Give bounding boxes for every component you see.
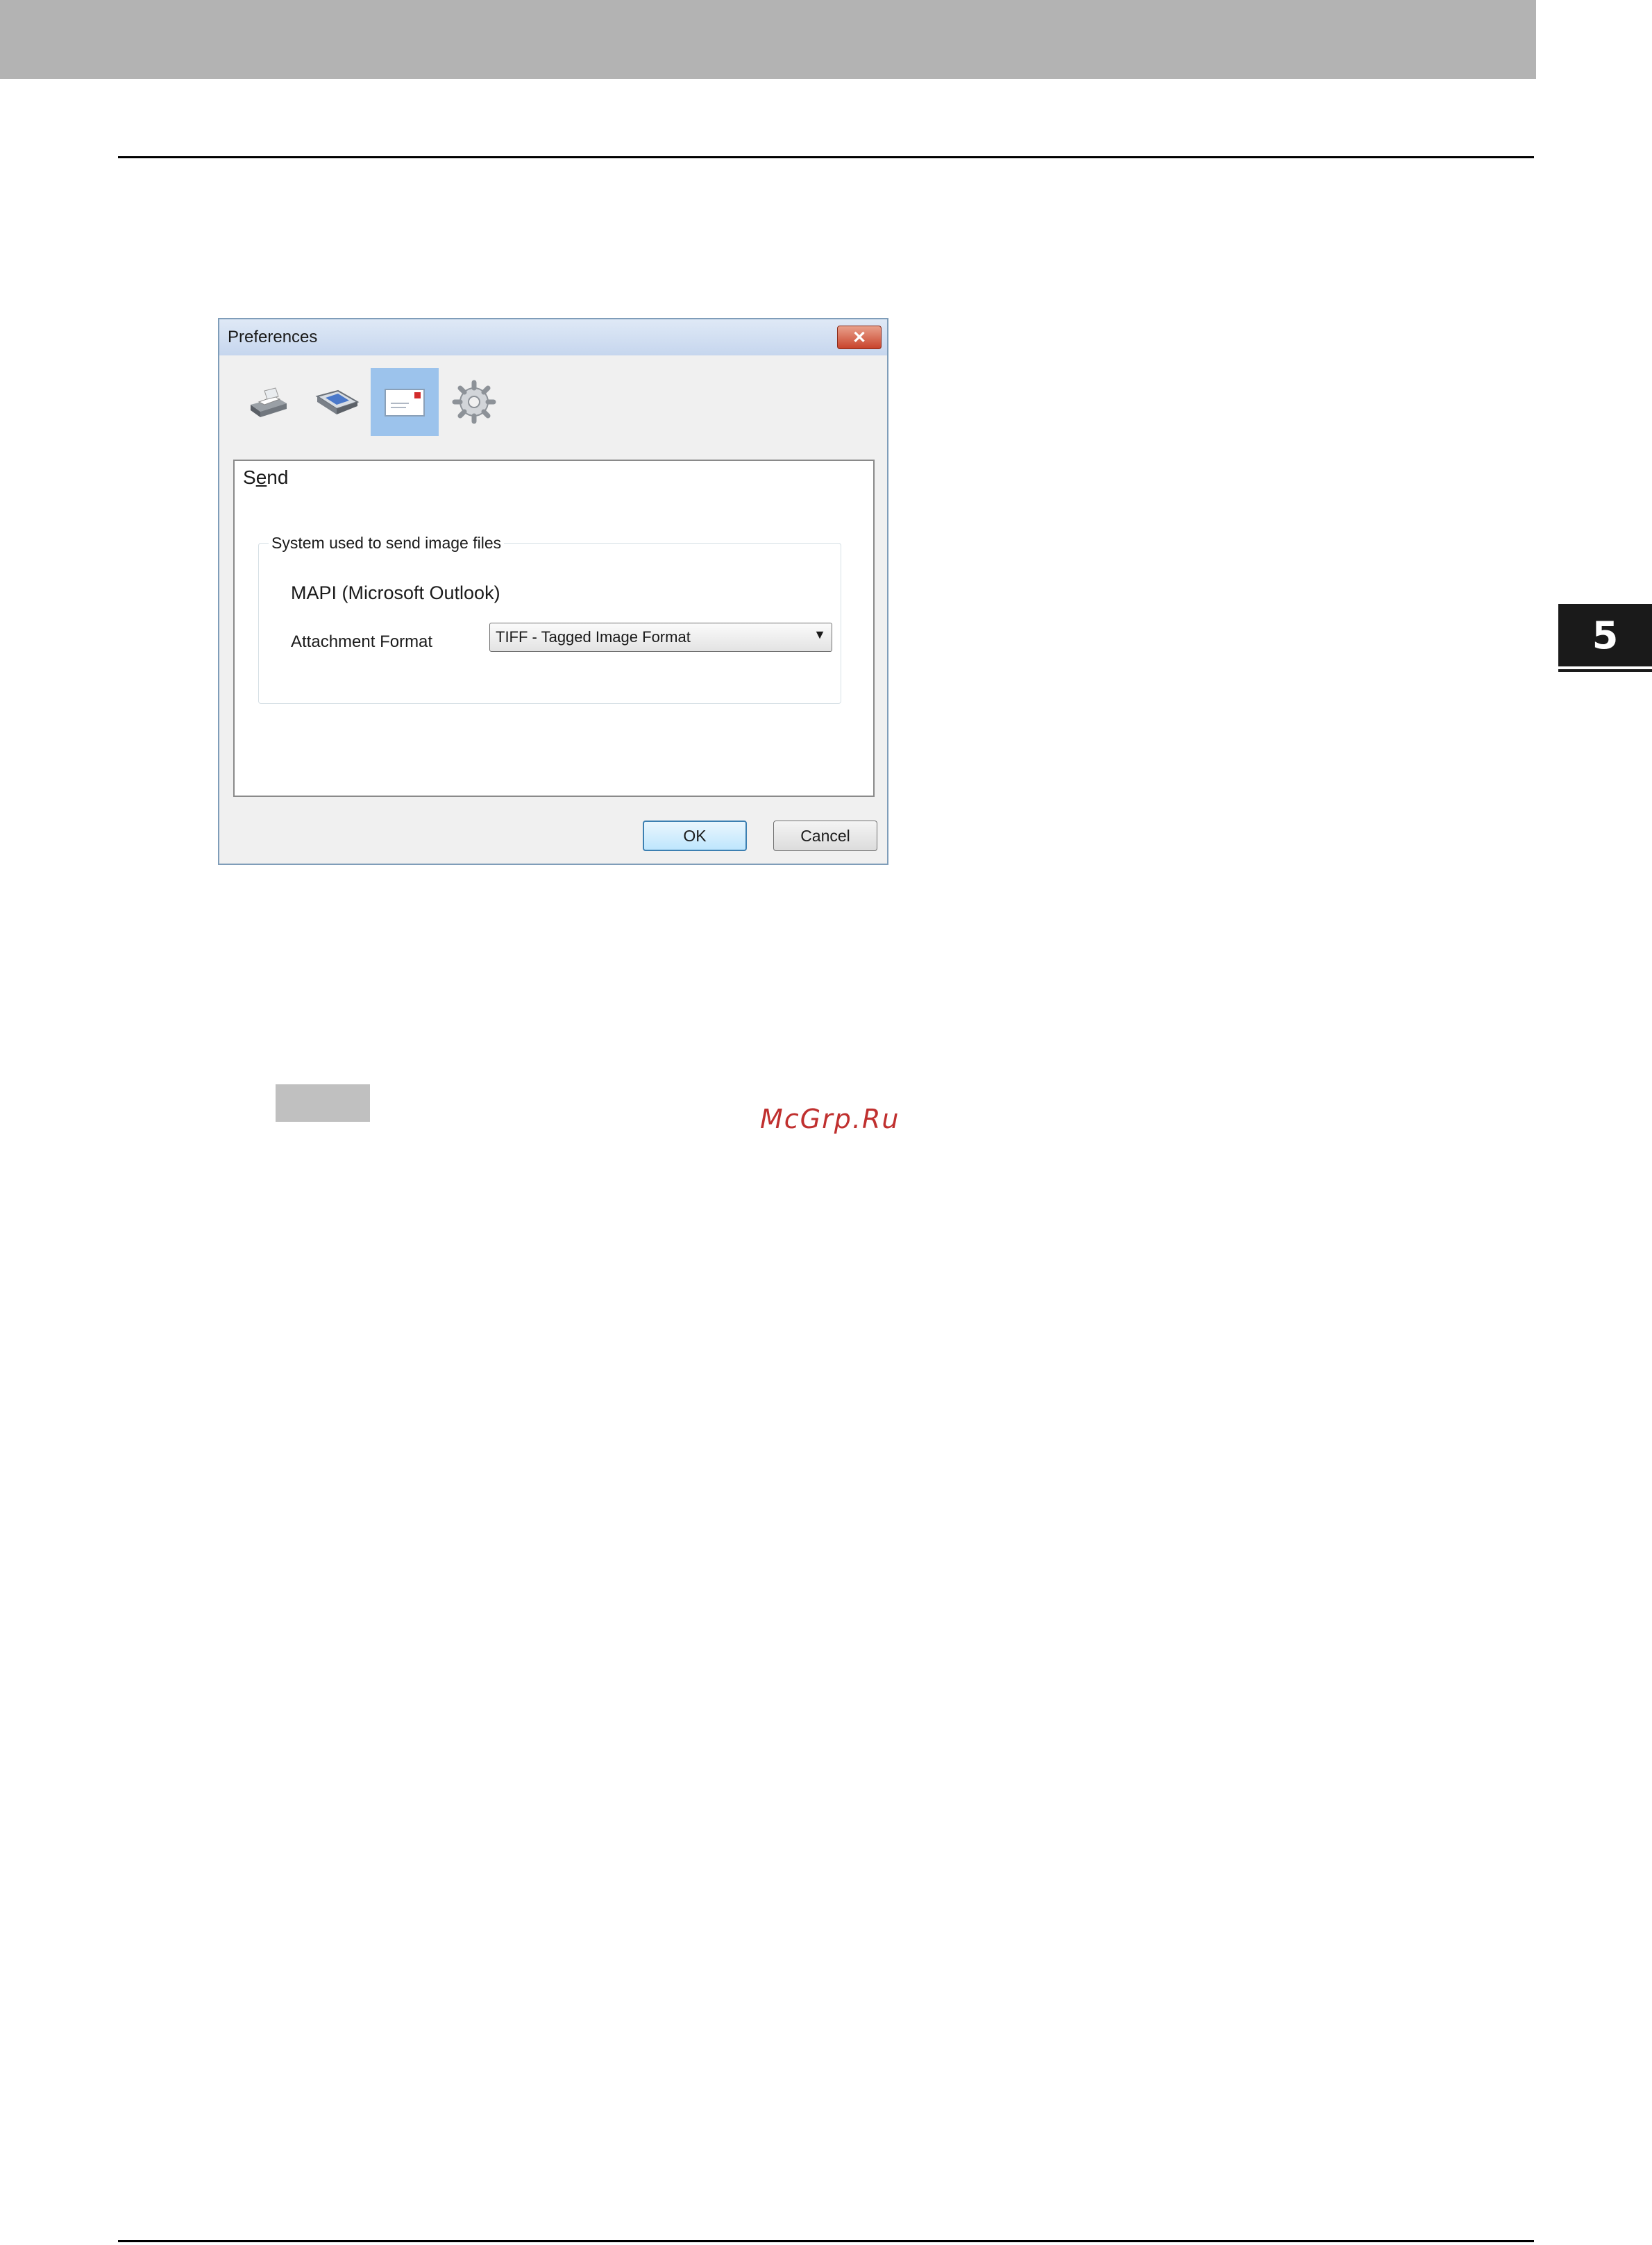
- scanner-icon: [315, 389, 360, 414]
- ok-button[interactable]: OK: [643, 821, 747, 851]
- send-system-value: MAPI (Microsoft Outlook): [291, 582, 500, 603]
- scanner-tab[interactable]: [303, 368, 371, 436]
- note-chip: [276, 1084, 370, 1122]
- chapter-tab: 5: [1558, 604, 1652, 666]
- printer-icon: [251, 387, 287, 417]
- chapter-tab-rule: [1558, 669, 1652, 672]
- cancel-button[interactable]: Cancel: [773, 821, 877, 851]
- dialog-titlebar: Preferences ✕: [219, 319, 887, 355]
- preferences-dialog: Preferences ✕ Send System used to send i…: [218, 318, 888, 865]
- close-button[interactable]: ✕: [837, 326, 882, 349]
- watermark: McGrp.Ru: [760, 1104, 900, 1134]
- attachment-format-select[interactable]: TIFF - Tagged Image Format ▼: [489, 623, 832, 652]
- send-system-group: System used to send image files MAPI (Mi…: [258, 534, 841, 704]
- printer-tab[interactable]: [233, 368, 301, 436]
- dialog-title: Preferences: [228, 328, 318, 346]
- envelope-icon: [385, 389, 425, 417]
- header-band: [0, 0, 1536, 79]
- attachment-format-value: TIFF - Tagged Image Format: [496, 628, 691, 646]
- send-tab[interactable]: [371, 368, 439, 436]
- attachment-format-label: Attachment Format: [291, 632, 433, 651]
- preferences-toolbar: [233, 368, 511, 437]
- settings-tab[interactable]: [440, 368, 508, 436]
- header-rule: [118, 156, 1534, 158]
- close-icon: ✕: [852, 328, 867, 347]
- chevron-down-icon: ▼: [814, 628, 826, 641]
- panel-title: Send: [243, 466, 289, 488]
- group-legend: System used to send image files: [269, 534, 505, 553]
- gear-icon: [452, 380, 496, 424]
- send-panel: Send System used to send image files MAP…: [233, 460, 875, 797]
- footer-rule: [118, 2240, 1534, 2242]
